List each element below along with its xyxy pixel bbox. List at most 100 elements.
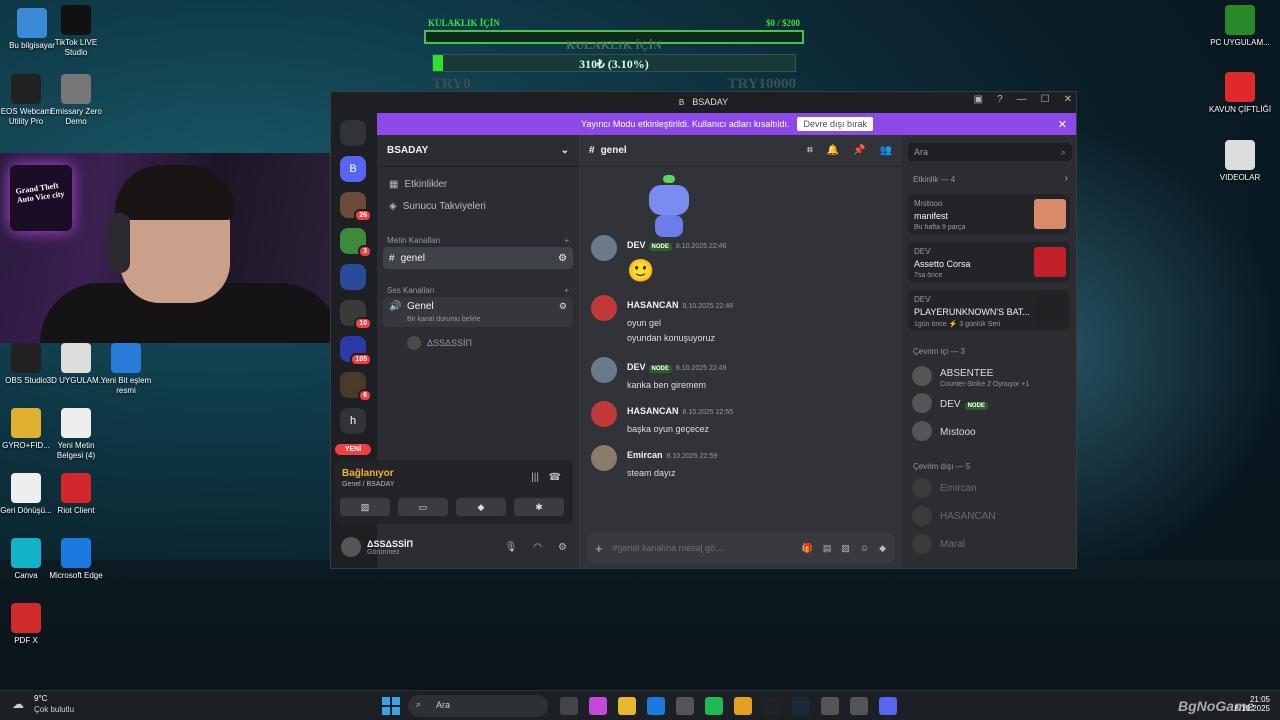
chrome-icon[interactable]: [734, 697, 752, 715]
user-settings-icon[interactable]: ⚙: [558, 542, 567, 553]
member-item-offline[interactable]: HASANCAN: [912, 506, 996, 526]
message-input[interactable]: + #genel kanalına mesaj gö... 🎁 ▤ ▧ ☺ ◆: [587, 533, 894, 563]
activity-button[interactable]: ◆: [456, 498, 506, 516]
copilot-icon[interactable]: [589, 697, 607, 715]
game-icon[interactable]: ◆: [879, 543, 886, 554]
voice-channel-genel[interactable]: 🔊 Genel Bir kanal durumu belirle ⚙: [383, 297, 573, 327]
desktop-icon[interactable]: PC UYGULAM...: [1208, 5, 1272, 48]
desktop-icon[interactable]: Yeni Metin Belgesi (4): [44, 408, 108, 461]
member-item[interactable]: ABSENTEE Counter-Strike 2 Oynuyor +1: [912, 363, 1029, 388]
disconnect-icon[interactable]: ☎: [549, 472, 561, 483]
start-icon[interactable]: [382, 697, 400, 715]
server-icon[interactable]: 26: [340, 192, 372, 222]
events-item[interactable]: ▦ Etkinlikler: [377, 173, 579, 195]
chevron-down-icon[interactable]: ⌄: [561, 145, 569, 156]
desktop-icon[interactable]: PDF X: [0, 603, 58, 646]
message-author[interactable]: HASANCAN: [627, 406, 679, 416]
activity-card[interactable]: Mıstooo manifest Bu hafta 9 parça: [908, 194, 1070, 234]
server-icon-h[interactable]: h: [340, 408, 366, 434]
gift-icon[interactable]: 🎁: [802, 543, 813, 554]
voice-status-label[interactable]: Bir kanal durumu belirle: [407, 316, 481, 323]
search-input[interactable]: Ara ⌕: [908, 143, 1072, 161]
disable-streamer-mode-button[interactable]: Devre dışı bırak: [797, 117, 873, 131]
boosts-item[interactable]: ◈ Sunucu Takviyeleri: [377, 195, 579, 217]
soundboard-button[interactable]: ✱: [514, 498, 564, 516]
task-view-icon[interactable]: [560, 697, 578, 715]
screen-share-button[interactable]: ▭: [398, 498, 448, 516]
avatar[interactable]: [591, 235, 617, 261]
help-icon[interactable]: ?: [997, 94, 1003, 105]
avatar[interactable]: [591, 295, 617, 321]
channel-genel[interactable]: # genel ⚙: [383, 247, 573, 269]
minimize-icon[interactable]: —: [1017, 94, 1027, 105]
microphone-icon[interactable]: 🎙: [505, 542, 518, 553]
member-item-offline[interactable]: Maral: [912, 534, 965, 554]
desktop-icon[interactable]: Emissary Zero Demo: [44, 74, 108, 127]
close-icon[interactable]: ✕: [1064, 94, 1072, 105]
discord-icon[interactable]: [879, 697, 897, 715]
chat-message[interactable]: Emircan 8.10.2025 22:59 steam dayız: [591, 445, 717, 478]
server-icon[interactable]: B: [340, 156, 366, 182]
member-item[interactable]: DEV NODE: [912, 393, 988, 413]
edge-icon[interactable]: [647, 697, 665, 715]
settings-icon[interactable]: ⚙: [558, 253, 567, 264]
desktop-icon[interactable]: Riot Client: [44, 473, 108, 516]
connection-location[interactable]: Genel / BSADAY: [342, 481, 394, 488]
maximize-icon[interactable]: ☐: [1041, 94, 1050, 105]
text-category[interactable]: Metin Kanalları +: [377, 233, 579, 247]
steam-icon[interactable]: [792, 697, 810, 715]
server-icon[interactable]: [340, 264, 366, 290]
threads-icon[interactable]: ⌗: [807, 145, 813, 156]
inbox-icon[interactable]: ▣: [974, 94, 983, 105]
camera-button[interactable]: ▨: [340, 498, 390, 516]
message-author[interactable]: DEV: [627, 362, 646, 372]
capcut-icon[interactable]: [763, 697, 781, 715]
app-icon[interactable]: [821, 697, 839, 715]
add-attachment-icon[interactable]: +: [595, 541, 603, 556]
weather-icon[interactable]: ☁: [12, 697, 24, 711]
desktop-icon[interactable]: VIDEOLAR: [1208, 140, 1272, 183]
add-channel-icon[interactable]: +: [564, 236, 569, 245]
chat-message[interactable]: HASANCAN 8.10.2025 22:55 başka oyun geçece…: [591, 401, 733, 434]
weather-desc[interactable]: Çok bulutlu: [34, 705, 74, 714]
discord-home-icon[interactable]: [340, 120, 366, 146]
member-item-offline[interactable]: Emircan: [912, 478, 977, 498]
desktop-icon[interactable]: Yeni Bit eşlem resmi: [94, 343, 158, 396]
members-icon[interactable]: 👥: [880, 145, 892, 156]
chevron-right-icon[interactable]: ›: [1065, 173, 1068, 184]
clock[interactable]: 21:05 8.10.2025: [1234, 695, 1270, 713]
headphones-icon[interactable]: ◠: [533, 542, 542, 553]
voice-category[interactable]: Ses Kanalları +: [377, 283, 579, 297]
server-header[interactable]: BSADAY ⌄: [377, 135, 579, 167]
emoji-icon[interactable]: ☺: [860, 543, 869, 553]
activity-card[interactable]: DEV PLAYERUNKNOWN'S BAT... 1gün önce ⚡ 3 g…: [908, 290, 1070, 330]
pin-icon[interactable]: 📌: [853, 145, 865, 156]
message-author[interactable]: Emircan: [627, 450, 663, 460]
user-avatar[interactable]: [341, 537, 361, 557]
message-author[interactable]: DEV: [627, 240, 646, 250]
chat-message[interactable]: DEV NODE 8.10.2025 22:46 🙂: [591, 235, 726, 284]
voice-settings-icon[interactable]: ⚙: [559, 301, 567, 312]
voice-user[interactable]: ΔSSΔSSİΠ: [377, 333, 579, 350]
member-item[interactable]: Mıstooo: [912, 421, 976, 441]
taskbar-search[interactable]: ⌕ Ara: [408, 695, 548, 717]
sticker-icon[interactable]: ▧: [841, 543, 850, 554]
activity-card[interactable]: DEV Assetto Corsa 7sa önce: [908, 242, 1070, 282]
desktop-icon[interactable]: Microsoft Edge: [44, 538, 108, 581]
title-bar[interactable]: B BSADAY ▣ ? — ☐ ✕: [331, 92, 1076, 112]
discord-window[interactable]: B BSADAY ▣ ? — ☐ ✕ B 26 3 10 105 6 h YENİ Yayın…: [330, 91, 1077, 569]
chat-message[interactable]: HASANCAN 8.10.2025 22:46 oyun gel oyundan k…: [591, 295, 733, 343]
new-badge[interactable]: YENİ: [335, 444, 371, 455]
avatar[interactable]: [591, 357, 617, 383]
close-banner-icon[interactable]: ✕: [1058, 118, 1067, 131]
server-icon[interactable]: 10: [340, 300, 372, 330]
server-icon[interactable]: 105: [340, 336, 372, 366]
message-author[interactable]: HASANCAN: [627, 300, 679, 310]
desktop-icon[interactable]: KAVUN ÇİFTLİĞİ: [1208, 72, 1272, 115]
weather-temp[interactable]: 9°C: [34, 694, 47, 703]
gif-icon[interactable]: ▤: [823, 543, 832, 554]
store-icon[interactable]: [676, 697, 694, 715]
file-explorer-icon[interactable]: [618, 697, 636, 715]
spotify-icon[interactable]: [705, 697, 723, 715]
server-icon[interactable]: 3: [340, 228, 372, 258]
